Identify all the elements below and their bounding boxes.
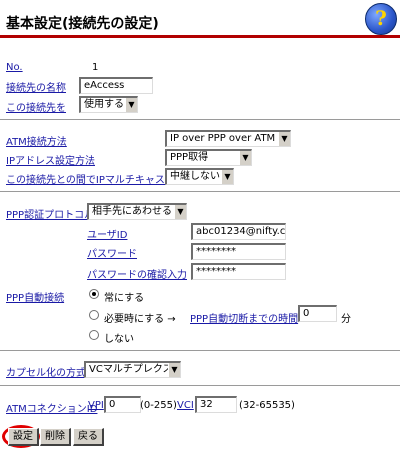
- chevron-down-icon: ▼: [278, 132, 290, 146]
- set-button[interactable]: 設定: [8, 428, 39, 446]
- disconnect-unit: 分: [341, 314, 351, 325]
- atm-method-select[interactable]: IP over PPP over ATM ▼: [165, 130, 291, 147]
- delete-button[interactable]: 削除: [40, 428, 71, 446]
- page-title: 基本設定(接続先の設定): [6, 16, 159, 32]
- radio-needed[interactable]: [89, 310, 99, 320]
- divider: [0, 191, 400, 193]
- back-button[interactable]: 戻る: [73, 428, 104, 446]
- chevron-down-icon: ▼: [125, 98, 137, 112]
- multicast-label[interactable]: この接続先との間でIPマルチキャストを: [6, 171, 185, 186]
- ip-method-label[interactable]: IPアドレス設定方法: [6, 152, 95, 167]
- ip-method-select[interactable]: PPP取得 ▼: [165, 149, 252, 166]
- vci-range: (32-65535): [239, 400, 295, 411]
- user-id-input[interactable]: abc01234@nifty.co: [191, 223, 286, 240]
- disconnect-time-label[interactable]: PPP自動切断までの時間: [190, 310, 298, 325]
- conn-name-input[interactable]: eAccess: [79, 77, 153, 94]
- title-divider: [0, 35, 400, 38]
- vci-input[interactable]: 32: [195, 396, 237, 413]
- chevron-down-icon: ▼: [239, 151, 251, 165]
- use-conn-select[interactable]: 使用する ▼: [79, 96, 138, 113]
- ppp-auth-select[interactable]: 相手先にあわせる ▼: [87, 203, 187, 220]
- atm-method-label[interactable]: ATM接続方法: [6, 133, 67, 148]
- disconnect-time-input[interactable]: 0: [298, 305, 337, 322]
- divider: [0, 350, 400, 352]
- divider: [0, 119, 400, 121]
- password-confirm-label[interactable]: パスワードの確認入力: [87, 266, 187, 281]
- ppp-auto-label[interactable]: PPP自動接続: [6, 289, 64, 304]
- radio-needed-label: 必要時にする →: [104, 314, 176, 325]
- help-icon[interactable]: ?: [365, 3, 397, 35]
- password-input[interactable]: ********: [191, 243, 286, 260]
- conn-name-label[interactable]: 接続先の名称: [6, 79, 66, 94]
- vpi-range: (0-255): [140, 400, 177, 411]
- no-label[interactable]: No.: [6, 62, 23, 73]
- user-id-label[interactable]: ユーザID: [87, 226, 127, 241]
- encap-label[interactable]: カプセル化の方式: [6, 364, 86, 379]
- radio-never-label: しない: [104, 334, 134, 345]
- multicast-select[interactable]: 中継しない ▼: [165, 168, 234, 185]
- password-label[interactable]: パスワード: [87, 245, 137, 260]
- vpi-label[interactable]: VPI: [88, 400, 104, 411]
- radio-never[interactable]: [89, 330, 99, 340]
- vpi-input[interactable]: 0: [104, 396, 141, 413]
- password-confirm-input[interactable]: ********: [191, 263, 286, 280]
- chevron-down-icon: ▼: [168, 363, 180, 377]
- radio-always-label: 常にする: [104, 293, 145, 304]
- ppp-auth-label[interactable]: PPP認証プロトコル: [6, 206, 94, 221]
- chevron-down-icon: ▼: [221, 170, 233, 184]
- encap-select[interactable]: VCマルチプレクス ▼: [84, 361, 181, 378]
- connection-id-label[interactable]: ATMコネクションID: [6, 400, 97, 415]
- vci-label[interactable]: VCI: [177, 400, 194, 411]
- divider: [0, 385, 400, 387]
- chevron-down-icon: ▼: [174, 205, 186, 219]
- no-value: 1: [92, 62, 99, 73]
- use-conn-label[interactable]: この接続先を: [6, 99, 66, 114]
- radio-always[interactable]: [89, 289, 99, 299]
